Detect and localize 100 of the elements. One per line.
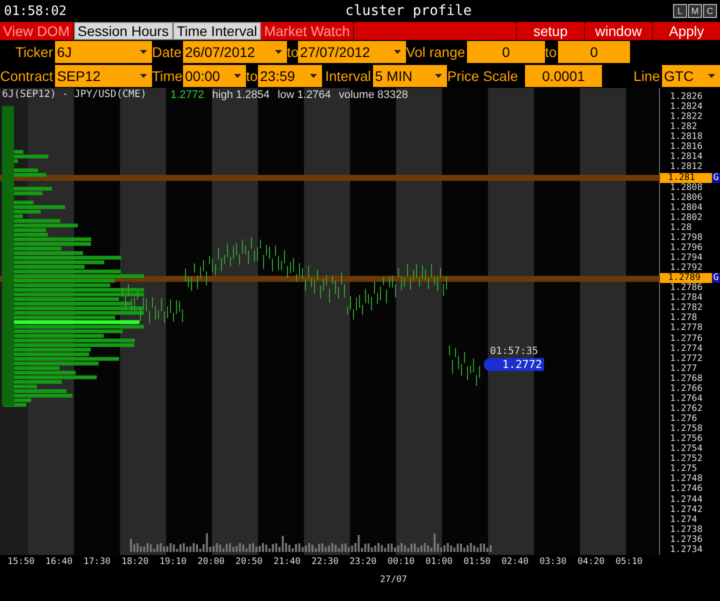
field-label: Ticker <box>14 44 54 60</box>
field-label: to <box>246 68 258 84</box>
clock-text: 01:58:02 <box>3 4 68 18</box>
price-label: 1.2776 <box>669 334 704 344</box>
time-label: 22:30 <box>310 556 340 569</box>
price-label: 1.2798 <box>669 232 704 243</box>
dropdown[interactable]: GTC <box>662 65 720 87</box>
price-label: 1.2746 <box>669 484 704 494</box>
price-label: 1.2738 <box>669 524 704 535</box>
time-label: 23:20 <box>348 556 378 569</box>
field-label: to <box>545 44 558 60</box>
price-label: 1.2752 <box>669 454 704 464</box>
menu-tab[interactable]: Session Hours <box>74 22 173 40</box>
title-bar-button[interactable]: M <box>688 4 702 18</box>
caret-icon <box>275 50 282 54</box>
price-label: 1.2784 <box>669 293 704 304</box>
field-label: Line <box>632 68 661 84</box>
price-label: 1.2802 <box>669 212 704 223</box>
title-bar-button[interactable]: C <box>703 4 717 18</box>
field-label: Interval <box>324 68 372 84</box>
time-label: 00:10 <box>386 556 416 569</box>
price-label: 1.2774 <box>669 344 704 354</box>
caret-icon <box>310 74 317 78</box>
price-label: 1.2782 <box>669 303 704 314</box>
caret-icon <box>394 50 401 54</box>
price-label: 1.28 <box>669 222 693 233</box>
price-label: 1.2816 <box>669 142 704 152</box>
high-text: high 1.2854 <box>212 89 270 101</box>
time-label: 02:40 <box>500 556 530 569</box>
instrument-text: 6J(SEP12) - JPY/USD(CME) <box>2 89 146 101</box>
price-label: 1.2736 <box>669 534 704 545</box>
time-label: 18:20 <box>120 556 150 569</box>
caret-icon <box>708 74 715 78</box>
time-label: 01:50 <box>462 556 492 569</box>
time-label: 15:50 <box>6 556 36 569</box>
caret-icon <box>435 74 442 78</box>
input-field[interactable]: 0 <box>558 41 630 63</box>
caret-icon <box>140 74 147 78</box>
dropdown[interactable]: 5 MIN <box>373 65 447 87</box>
time-label: 20:50 <box>234 556 264 569</box>
time-label: 01:00 <box>424 556 454 569</box>
level-price-tag: 1.2789 G <box>660 273 720 284</box>
price-label: 1.2748 <box>669 474 704 484</box>
title-bar-button[interactable]: L <box>673 4 687 18</box>
price-label: 1.2826 <box>669 92 704 102</box>
field-label: Price Scale <box>447 68 519 84</box>
caret-icon <box>140 50 147 54</box>
price-label: 1.2818 <box>669 132 704 142</box>
field-label: Date <box>152 44 183 60</box>
field-label: Vol range <box>406 44 466 60</box>
price-label: 1.2742 <box>669 504 704 515</box>
price-label: 1.275 <box>669 464 698 474</box>
time-label: 05:10 <box>614 556 644 569</box>
menu-tab[interactable]: Time Interval <box>172 22 262 40</box>
price-label: 1.2796 <box>669 242 704 253</box>
time-label: 04:20 <box>576 556 606 569</box>
price-label: 1.2808 <box>669 182 704 193</box>
dropdown[interactable]: 23:59 <box>258 65 322 87</box>
dropdown[interactable]: 6J <box>55 41 152 63</box>
dropdown[interactable]: 27/07/2012 <box>298 41 406 63</box>
caret-icon <box>234 74 241 78</box>
price-label: 1.2756 <box>669 434 704 444</box>
volume-text: volume 83328 <box>338 89 408 101</box>
time-label: 16:40 <box>44 556 74 569</box>
price-label: 1.278 <box>669 313 698 324</box>
time-label: 20:00 <box>196 556 226 569</box>
price-label: 1.2768 <box>669 374 704 384</box>
price-label: 1.2764 <box>669 394 704 404</box>
price-label: 1.2824 <box>669 102 704 112</box>
date-label: 27/07 <box>380 575 408 585</box>
time-label: 03:30 <box>538 556 568 569</box>
level-price-tag: 1.281 G <box>660 172 720 183</box>
input-field[interactable]: 0 <box>467 41 545 63</box>
time-label: 19:10 <box>158 556 188 569</box>
price-label: 1.2806 <box>669 192 704 203</box>
last-price-tag: 1.2772 <box>484 358 544 371</box>
time-label: 17:30 <box>82 556 112 569</box>
price-label: 1.2744 <box>669 494 704 505</box>
field-label: Time <box>152 68 183 84</box>
price-label: 1.2812 <box>669 162 704 172</box>
input-field[interactable]: 0.0001 <box>525 65 602 87</box>
price-label: 1.2794 <box>669 253 704 263</box>
field-label: Contract <box>0 68 54 84</box>
price-label: 1.2792 <box>670 263 704 274</box>
time-label: 21:40 <box>272 556 302 569</box>
price-label: 1.276 <box>669 414 698 424</box>
price-label: 1.2822 <box>669 112 704 122</box>
price-label: 1.2772 <box>669 354 704 364</box>
dropdown[interactable]: 00:00 <box>183 65 246 87</box>
price-label: 1.2758 <box>669 424 704 434</box>
dropdown[interactable]: 26/07/2012 <box>183 41 287 63</box>
field-label: to <box>287 44 298 60</box>
window-title: cluster profile <box>344 3 473 19</box>
dropdown[interactable]: SEP12 <box>55 65 152 87</box>
price-label: 1.2814 <box>669 152 704 162</box>
low-text: low 1.2764 <box>278 89 331 101</box>
price-label: 1.277 <box>669 364 698 374</box>
price-label: 1.2762 <box>669 404 704 414</box>
price-label: 1.2804 <box>669 202 704 213</box>
price-label: 1.2766 <box>669 384 704 394</box>
